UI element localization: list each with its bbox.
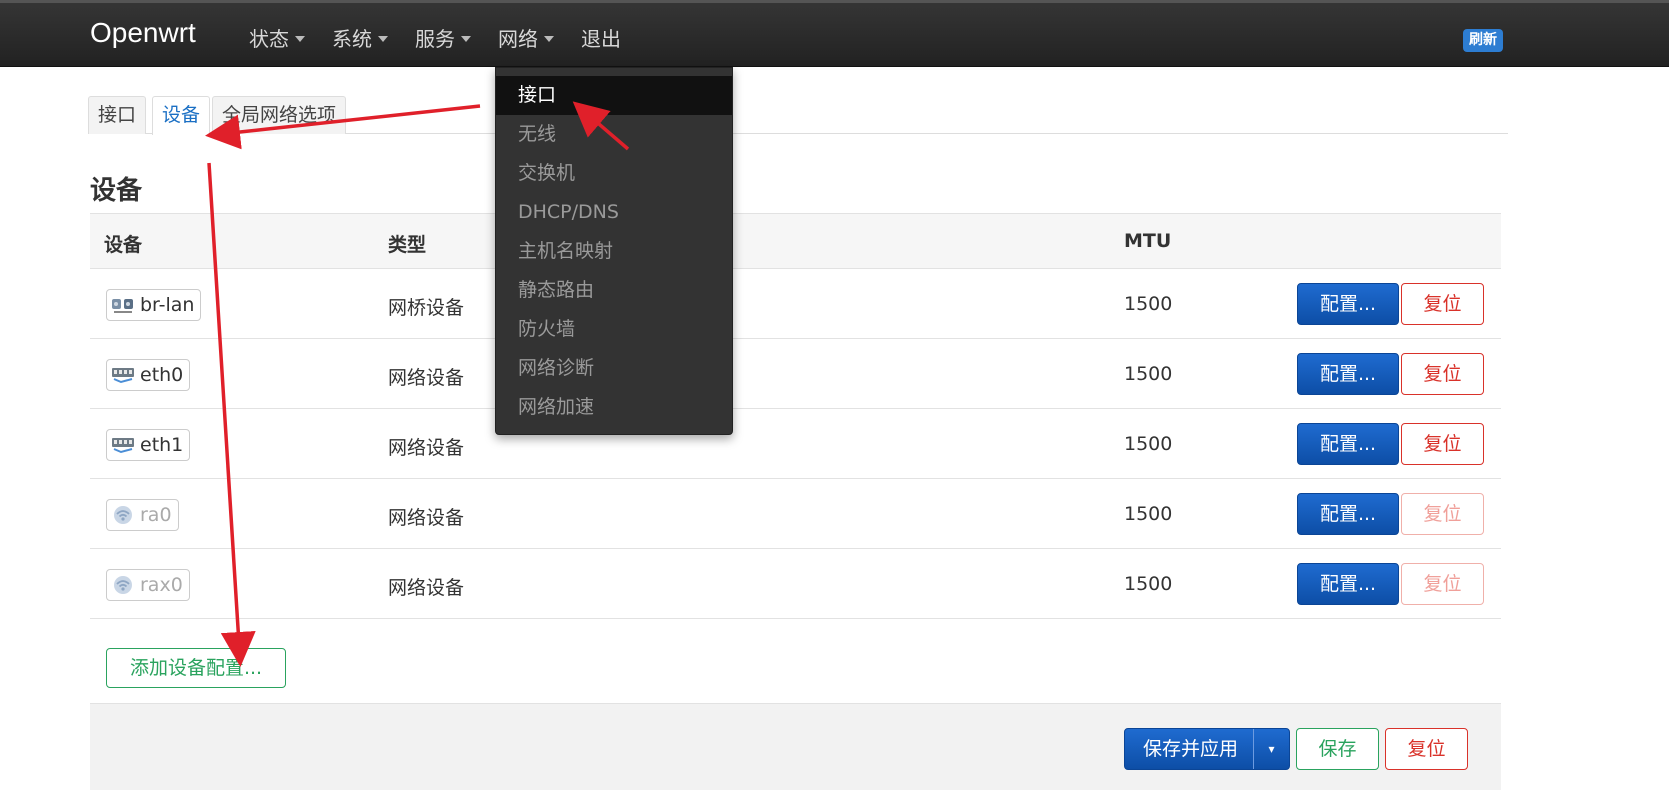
device-badge: eth0 (106, 359, 191, 391)
menu-item-hostnames[interactable]: 主机名映射 (496, 232, 732, 271)
chevron-down-icon (461, 36, 471, 42)
chevron-down-icon (378, 36, 388, 42)
reset-button[interactable]: 复位 (1401, 353, 1484, 395)
section-title: 设备 (90, 176, 143, 206)
device-mtu: 1500 (1124, 433, 1173, 455)
menu-item-static-routes[interactable]: 静态路由 (496, 271, 732, 310)
reset-button[interactable]: 复位 (1401, 563, 1484, 605)
chevron-down-icon[interactable]: ▾ (1253, 729, 1289, 769)
device-mtu: 1500 (1124, 503, 1173, 525)
save-button[interactable]: 保存 (1296, 728, 1379, 770)
menu-item-wireless[interactable]: 无线 (496, 115, 732, 154)
wifi-icon (114, 576, 132, 594)
table-row: br-lan 网桥设备 1500 配置... 复位 (90, 269, 1501, 339)
refresh-badge[interactable]: 刷新 (1463, 29, 1503, 52)
table-row: rax0 网络设备 1500 配置... 复位 (90, 549, 1501, 619)
device-badge: br-lan (106, 289, 202, 321)
nav-status[interactable]: 状态 (249, 23, 305, 52)
reset-button[interactable]: 复位 (1401, 283, 1484, 325)
configure-button[interactable]: 配置... (1297, 423, 1399, 465)
menu-item-switch[interactable]: 交换机 (496, 154, 732, 193)
bridge-icon (112, 299, 133, 313)
nav-services[interactable]: 服务 (415, 23, 471, 52)
nav-network[interactable]: 网络 (498, 23, 554, 52)
top-navbar: Openwrt 状态 系统 服务 网络 退出 刷新 (0, 0, 1669, 67)
nav-system[interactable]: 系统 (332, 23, 388, 52)
nav-system-label: 系统 (332, 27, 372, 51)
menu-item-interfaces[interactable]: 接口 (496, 76, 732, 115)
device-badge: ra0 (106, 499, 179, 531)
device-type: 网桥设备 (388, 297, 465, 319)
device-type: 网络设备 (388, 507, 465, 529)
reset-all-button[interactable]: 复位 (1385, 728, 1468, 770)
header-mtu: MTU (1124, 230, 1172, 252)
brand-logo[interactable]: Openwrt (90, 17, 196, 49)
ethernet-icon (112, 368, 134, 384)
save-apply-button[interactable]: 保存并应用 ▾ (1124, 728, 1290, 770)
menu-item-acceleration[interactable]: 网络加速 (496, 388, 732, 427)
add-device-config-button[interactable]: 添加设备配置... (106, 648, 286, 688)
device-badge: rax0 (106, 569, 190, 601)
device-name: ra0 (140, 504, 172, 526)
device-name: br-lan (140, 294, 195, 316)
tab-global-network-options[interactable]: 全局网络选项 (212, 96, 347, 134)
chevron-down-icon (544, 36, 554, 42)
menu-item-dhcp-dns[interactable]: DHCP/DNS (496, 193, 732, 232)
device-name: eth0 (140, 364, 184, 386)
save-apply-label: 保存并应用 (1143, 738, 1239, 760)
tab-bar: 接口 设备 全局网络选项 (88, 96, 1508, 135)
reset-button[interactable]: 复位 (1401, 423, 1484, 465)
nav-network-label: 网络 (498, 27, 538, 51)
tab-devices[interactable]: 设备 (152, 96, 211, 135)
device-mtu: 1500 (1124, 363, 1173, 385)
configure-button[interactable]: 配置... (1297, 563, 1399, 605)
table-header: 设备 类型 MTU (90, 213, 1501, 269)
nav-services-label: 服务 (415, 27, 455, 51)
menu-item-firewall[interactable]: 防火墙 (496, 310, 732, 349)
device-mtu: 1500 (1124, 293, 1173, 315)
wifi-icon (114, 506, 132, 524)
nav-status-label: 状态 (249, 27, 289, 51)
device-name: eth1 (140, 434, 184, 456)
nav-logout-label: 退出 (581, 27, 621, 51)
chevron-down-icon (295, 36, 305, 42)
header-device: 设备 (104, 234, 143, 256)
device-type: 网络设备 (388, 437, 465, 459)
table-row: eth1 网络设备 1500 配置... 复位 (90, 409, 1501, 479)
device-type: 网络设备 (388, 367, 465, 389)
main-nav: 状态 系统 服务 网络 退出 (249, 23, 648, 52)
network-dropdown-menu: 接口 无线 交换机 DHCP/DNS 主机名映射 静态路由 防火墙 网络诊断 网… (495, 67, 733, 435)
device-badge: eth1 (106, 429, 191, 461)
configure-button[interactable]: 配置... (1297, 353, 1399, 395)
tab-interfaces[interactable]: 接口 (88, 96, 147, 134)
table-row: eth0 网络设备 1500 配置... 复位 (90, 339, 1501, 409)
device-name: rax0 (140, 574, 183, 596)
menu-item-diagnostics[interactable]: 网络诊断 (496, 349, 732, 388)
device-type: 网络设备 (388, 577, 465, 599)
nav-logout[interactable]: 退出 (581, 23, 621, 52)
configure-button[interactable]: 配置... (1297, 283, 1399, 325)
table-row: ra0 网络设备 1500 配置... 复位 (90, 479, 1501, 549)
configure-button[interactable]: 配置... (1297, 493, 1399, 535)
reset-button[interactable]: 复位 (1401, 493, 1484, 535)
header-type: 类型 (388, 234, 427, 256)
device-mtu: 1500 (1124, 573, 1173, 595)
ethernet-icon (112, 438, 134, 454)
